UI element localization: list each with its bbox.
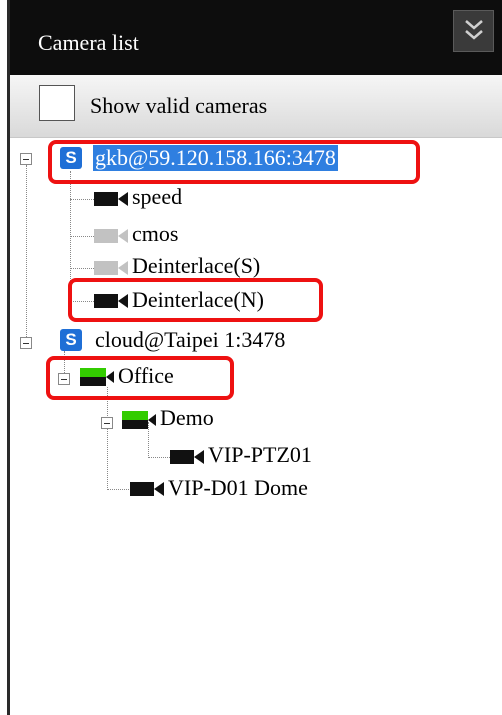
camera-label[interactable]: VIP-D01 Dome <box>168 475 308 501</box>
server-label[interactable]: cloud@Taipei 1:3478 <box>95 327 285 353</box>
collapse-button[interactable] <box>453 10 494 52</box>
server-expander[interactable] <box>20 337 32 349</box>
camera-icon <box>94 229 128 243</box>
camera-icon <box>94 192 128 206</box>
camera-list-panel: Camera list Show valid cameras S gkb@59.… <box>10 0 502 715</box>
camera-label[interactable]: VIP-PTZ01 <box>208 442 312 468</box>
camera-icon <box>130 482 164 496</box>
tree-connector <box>107 387 108 490</box>
camera-icon <box>94 261 128 275</box>
group-label[interactable]: Demo <box>160 405 214 431</box>
group-expander[interactable] <box>101 417 113 429</box>
left-edge <box>0 0 10 715</box>
tree-connector <box>70 268 94 269</box>
server-s-icon: S <box>60 329 82 351</box>
camera-icon <box>170 450 204 464</box>
panel-header: Camera list <box>10 0 502 75</box>
show-valid-label: Show valid cameras <box>90 93 268 118</box>
camera-label[interactable]: speed <box>132 184 182 210</box>
double-chevron-down-icon <box>465 20 483 40</box>
filter-toolbar: Show valid cameras <box>10 75 502 138</box>
camera-label[interactable]: cmos <box>132 221 178 247</box>
highlight-box <box>46 356 234 400</box>
tree-connector <box>70 236 94 237</box>
server-expander[interactable] <box>20 153 32 165</box>
show-valid-checkbox[interactable] <box>39 85 75 121</box>
tree-connector <box>148 457 172 458</box>
tree-connector <box>26 165 27 345</box>
highlight-box <box>68 278 323 322</box>
tree-connector <box>70 199 94 200</box>
panel-title: Camera list <box>38 30 139 55</box>
camera-group-icon <box>122 411 156 429</box>
camera-label[interactable]: Deinterlace(S) <box>132 253 260 279</box>
camera-tree: S gkb@59.120.158.166:3478 speed cmos Dei… <box>10 137 502 715</box>
highlight-box <box>48 140 420 184</box>
